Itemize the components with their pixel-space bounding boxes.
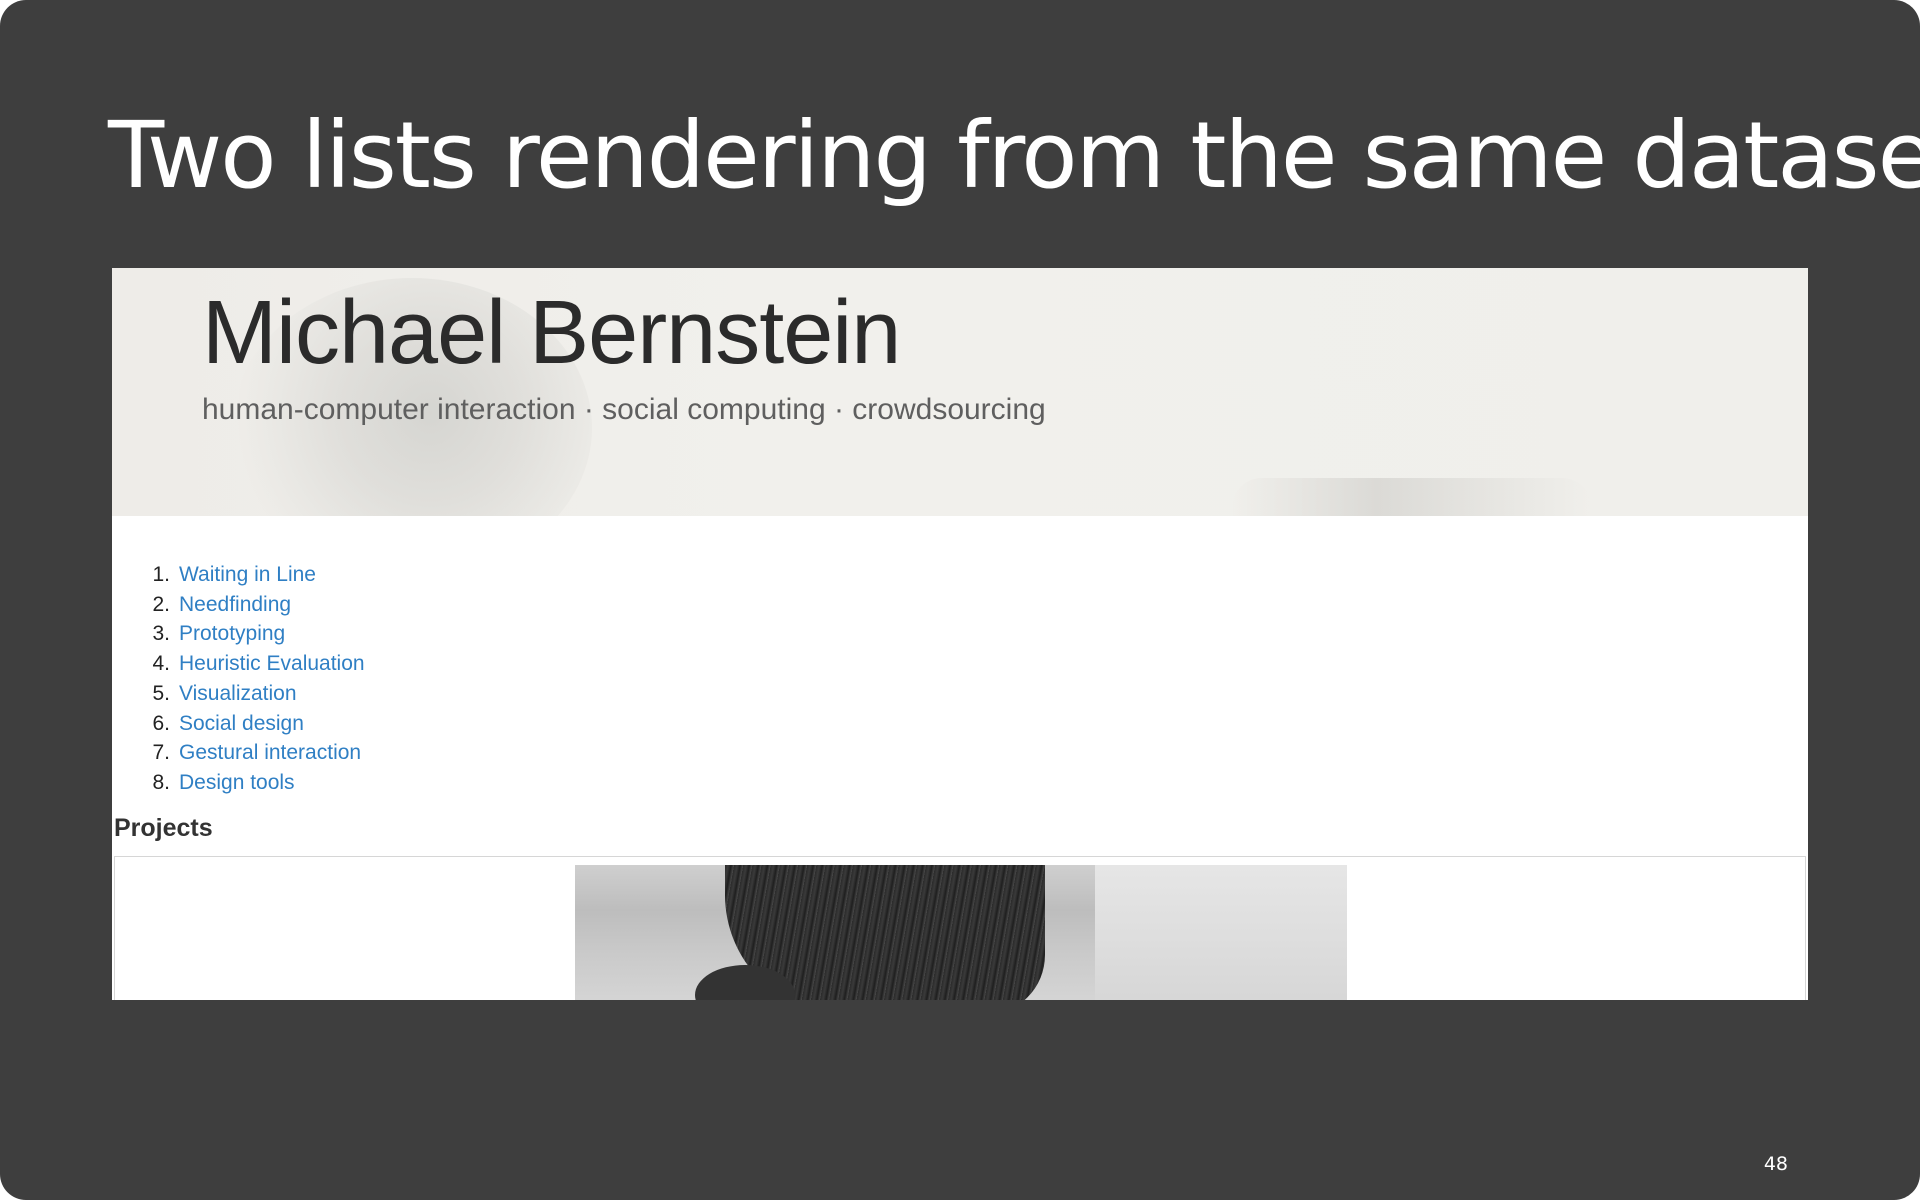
profile-photo [575,865,1347,1000]
site-name: Michael Bernstein [202,283,901,383]
list-link-design-tools[interactable]: Design tools [179,771,295,794]
list-item: 7. Gestural interaction [152,738,365,768]
list-item: 6. Social design [152,709,365,739]
list-number: 7. [152,741,170,765]
list-link-prototyping[interactable]: Prototyping [179,622,285,645]
list-number: 3. [152,622,170,646]
list-item: 8. Design tools [152,768,365,798]
header-background-shadow [1232,478,1592,516]
list-link-gestural-interaction[interactable]: Gestural interaction [179,741,361,764]
slide: Two lists rendering from the same datase… [0,0,1920,1200]
list-number: 6. [152,711,170,735]
list-item: 2. Needfinding [152,590,365,620]
list-link-needfinding[interactable]: Needfinding [179,593,291,616]
list-link-visualization[interactable]: Visualization [179,682,297,705]
site-header: Michael Bernstein human-computer interac… [112,268,1808,516]
list-number: 8. [152,770,170,794]
slide-page-number: 48 [1763,1153,1788,1175]
list-item: 3. Prototyping [152,619,365,649]
site-tagline: human-computer interaction · social comp… [202,393,1046,426]
website-screenshot: Michael Bernstein human-computer interac… [112,268,1808,1000]
list-item: 4. Heuristic Evaluation [152,649,365,679]
list-number: 4. [152,652,170,676]
list-link-waiting-in-line[interactable]: Waiting in Line [179,563,316,586]
list-number: 2. [152,592,170,616]
list-number: 5. [152,681,170,705]
slide-title: Two lists rendering from the same datase… [108,102,1920,209]
list-item: 1. Waiting in Line [152,560,365,590]
projects-heading: Projects [114,814,213,842]
list-link-social-design[interactable]: Social design [179,712,304,735]
photo-forehead-region [1095,865,1347,1000]
projects-panel [114,856,1806,1000]
list-link-heuristic-evaluation[interactable]: Heuristic Evaluation [179,652,365,675]
project-list: 1. Waiting in Line 2. Needfinding 3. Protot… [152,560,365,798]
list-item: 5. Visualization [152,679,365,709]
list-number: 1. [152,563,170,586]
